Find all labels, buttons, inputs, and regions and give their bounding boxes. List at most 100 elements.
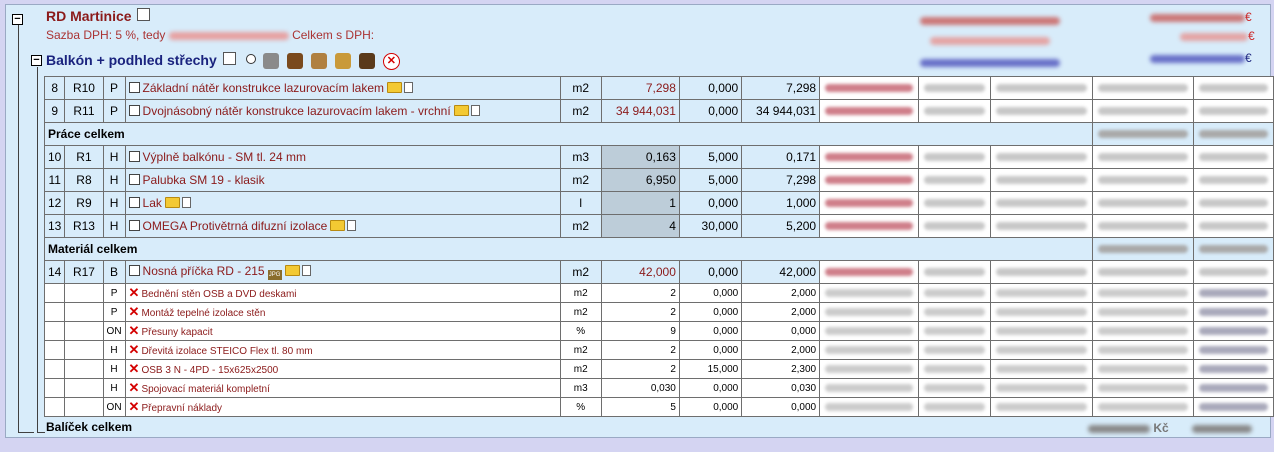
row-quantity[interactable]: 1	[601, 191, 680, 215]
subitem-quantity[interactable]: 0,030	[601, 378, 680, 398]
redacted-price	[1198, 107, 1268, 115]
folder-icon[interactable]	[330, 220, 346, 231]
redacted-price-cell	[819, 99, 919, 123]
redacted-price-cell	[989, 214, 1094, 238]
redacted-price-cell	[989, 168, 1094, 192]
document-icon[interactable]	[301, 265, 311, 276]
row-select-checkbox[interactable]	[128, 105, 140, 116]
row-quantity[interactable]: 4	[601, 214, 680, 238]
redacted-price	[825, 327, 913, 335]
document-icon[interactable]	[347, 220, 357, 231]
subitem-unit: m2	[559, 302, 602, 322]
subitem-type: ON	[102, 321, 126, 341]
subitem-quantity[interactable]: 2	[601, 283, 680, 303]
redacted-price	[923, 289, 985, 297]
folder-icon[interactable]	[284, 265, 300, 276]
remove-icon[interactable]: ✕	[129, 361, 140, 376]
subitem-unit: m3	[559, 378, 602, 398]
row-name-cell: Dvojnásobný nátěr konstrukce lazurovacím…	[124, 99, 561, 123]
subitem-total: 2,000	[741, 283, 821, 303]
table-row: 14 R17 B Nosná příčka RD - 215 JPG m2 42,000 0,…	[43, 260, 1274, 284]
subitem-name-cell: ✕ Montáž tepelné izolace stěn	[124, 302, 561, 322]
subitem-quantity[interactable]: 2	[601, 302, 680, 322]
row-select-checkbox[interactable]	[128, 82, 140, 93]
image-icon[interactable]: JPG	[267, 270, 282, 280]
document-icon[interactable]	[403, 82, 413, 93]
document-icon[interactable]	[181, 197, 191, 208]
row-type: H	[102, 191, 126, 215]
delete-icon[interactable]: ✕	[382, 52, 400, 70]
subitem-quantity[interactable]: 2	[601, 340, 680, 360]
row-name-link[interactable]: Lak	[143, 196, 162, 210]
subitem-row: P ✕ Montáž tepelné izolace stěn m2 2 0,000 2,0…	[43, 302, 1274, 322]
remove-icon[interactable]: ✕	[129, 304, 140, 319]
row-coefficient: 5,000	[678, 145, 743, 169]
redacted-price-cell	[917, 302, 991, 322]
redacted-price	[995, 346, 1088, 354]
remove-icon[interactable]: ✕	[129, 342, 140, 357]
redacted-price-cell	[1192, 340, 1274, 360]
truck-icon[interactable]	[359, 53, 375, 70]
redacted-price	[995, 327, 1088, 335]
row-name-cell: OMEGA Protivětrná difuzní izolace	[124, 214, 561, 238]
redacted-price-cell	[819, 302, 919, 322]
remove-icon[interactable]: ✕	[129, 399, 140, 414]
redacted-price	[1098, 199, 1188, 207]
remove-icon[interactable]: ✕	[129, 323, 140, 338]
row-name-link[interactable]: Výplně balkónu - SM tl. 24 mm	[143, 150, 306, 164]
subitem-quantity[interactable]: 5	[601, 397, 680, 417]
row-code: R10	[64, 76, 104, 100]
redacted-price	[1098, 403, 1188, 411]
collapse-package-toggle-icon[interactable]: −	[31, 55, 42, 66]
collapse-project-toggle-icon[interactable]: −	[12, 14, 23, 25]
subitem-coefficient: 15,000	[678, 359, 743, 379]
redacted-price-cell	[819, 145, 919, 169]
subitem-quantity[interactable]: 2	[601, 359, 680, 379]
remove-icon[interactable]: ✕	[129, 380, 140, 395]
row-type: H	[102, 145, 126, 169]
subitem-code	[64, 397, 104, 417]
row-total-quantity: 42,000	[741, 260, 821, 284]
radio-icon[interactable]	[245, 54, 256, 64]
row-select-checkbox[interactable]	[128, 151, 140, 162]
subitem-number	[43, 378, 66, 398]
redacted-price	[1098, 84, 1188, 92]
row-select-checkbox[interactable]	[128, 174, 140, 185]
folder-icon[interactable]	[164, 197, 180, 208]
row-number: 12	[43, 191, 66, 215]
crate-icon[interactable]	[335, 53, 352, 70]
folder-icon[interactable]	[453, 105, 469, 116]
redacted-price	[825, 365, 913, 373]
row-quantity[interactable]: 0,163	[601, 145, 680, 169]
row-select-checkbox[interactable]	[128, 197, 140, 208]
redacted-price-cell	[917, 260, 991, 284]
row-name-link[interactable]: Dvojnásobný nátěr konstrukce lazurovacím…	[143, 104, 451, 118]
redacted-price	[923, 403, 985, 411]
row-name-link[interactable]: Nosná příčka RD - 215	[143, 264, 265, 278]
hammer-icon[interactable]	[263, 53, 280, 70]
table-row: 8 R10 P Základní nátěr konstrukce lazurovac…	[43, 76, 1274, 100]
bag-icon[interactable]	[287, 53, 304, 70]
row-name-link[interactable]: OMEGA Protivětrná difuzní izolace	[143, 219, 328, 233]
redacted-price-cell	[1192, 145, 1274, 169]
package-footer-label: Balíček celkem	[46, 420, 133, 434]
folder-icon[interactable]	[386, 82, 402, 93]
row-quantity[interactable]: 6,950	[601, 168, 680, 192]
row-name-link[interactable]: Základní nátěr konstrukce lazurovacím la…	[143, 81, 384, 95]
redacted-price-cell	[989, 302, 1094, 322]
row-name-link[interactable]: Palubka SM 19 - klasik	[143, 173, 265, 187]
document-icon[interactable]	[470, 105, 480, 116]
edit-icon[interactable]	[137, 8, 151, 21]
boxes-icon[interactable]	[311, 53, 328, 70]
redacted-price-cell	[1092, 99, 1194, 123]
subitem-coefficient: 0,000	[678, 397, 743, 417]
redacted-price-cell	[917, 397, 991, 417]
remove-icon[interactable]: ✕	[129, 285, 140, 300]
redacted-price-cell	[1092, 340, 1194, 360]
subitem-quantity[interactable]: 9	[601, 321, 680, 341]
row-select-checkbox[interactable]	[128, 265, 140, 276]
edit-icon[interactable]	[222, 52, 236, 65]
row-select-checkbox[interactable]	[128, 220, 140, 231]
row-type: H	[102, 214, 126, 238]
subitem-type: ON	[102, 397, 126, 417]
